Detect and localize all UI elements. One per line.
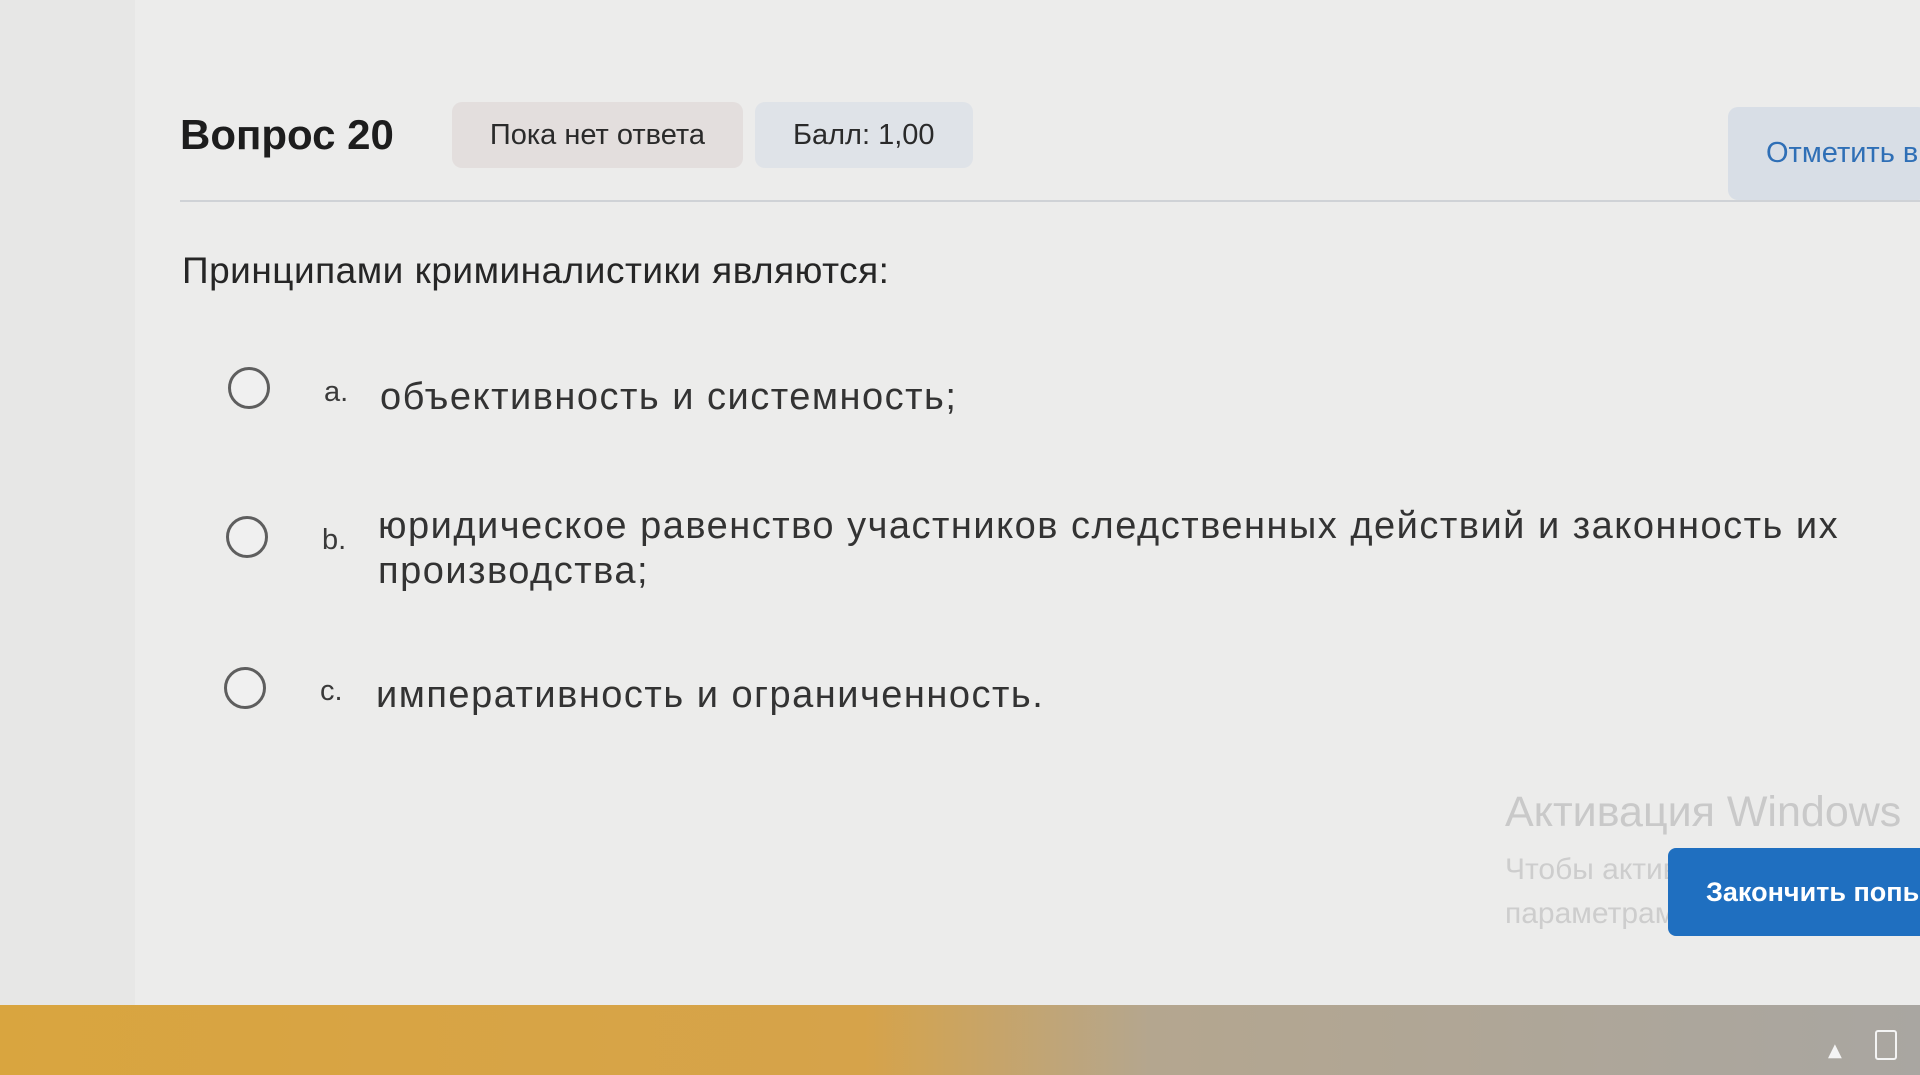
- finish-attempt-button[interactable]: Закончить попы: [1668, 848, 1920, 936]
- left-sidebar: [0, 0, 136, 1005]
- tablet-icon[interactable]: [1875, 1030, 1897, 1060]
- option-text-c: императивность и ограниченность.: [376, 674, 1045, 716]
- chevron-up-icon[interactable]: ▲: [1828, 1040, 1842, 1061]
- option-text-b-line2: производства;: [378, 550, 650, 592]
- windows-activation-title: Активация Windows: [1505, 788, 1902, 836]
- option-letter-c: c.: [320, 675, 343, 707]
- question-title: Вопрос 20: [180, 111, 394, 158]
- quiz-page: Вопрос 20 Пока нет ответа Балл: 1,00 Отм…: [0, 0, 1920, 1075]
- header-divider: [180, 200, 1920, 202]
- question-header: Вопрос 20 Пока нет ответа Балл: 1,00: [180, 95, 985, 175]
- flag-question-button[interactable]: Отметить в: [1728, 107, 1920, 200]
- option-letter-b: b.: [322, 524, 347, 556]
- option-letter-a: a.: [324, 376, 349, 408]
- question-text: Принципами криминалистики являются:: [182, 250, 890, 291]
- option-text-a: объективность и системность;: [380, 376, 958, 418]
- radio-b[interactable]: [226, 516, 268, 558]
- score-badge: Балл: 1,00: [754, 102, 973, 168]
- radio-c[interactable]: [224, 667, 266, 709]
- radio-a[interactable]: [228, 367, 270, 409]
- taskbar: [0, 1005, 1920, 1075]
- answer-status-badge: Пока нет ответа: [451, 102, 743, 168]
